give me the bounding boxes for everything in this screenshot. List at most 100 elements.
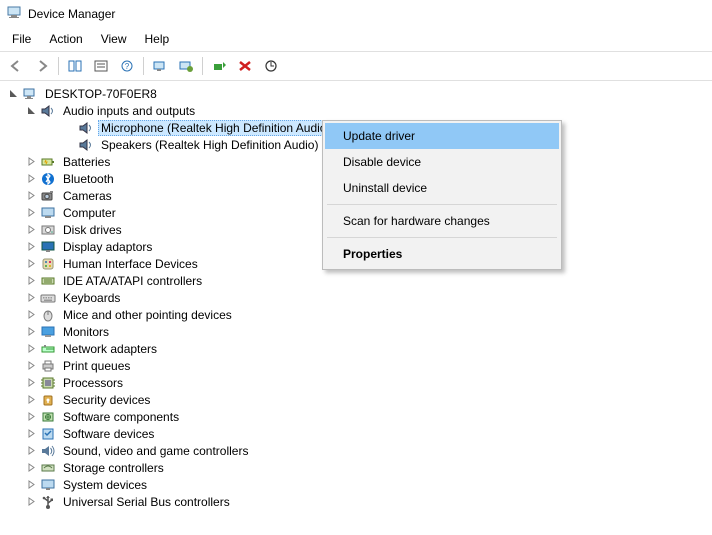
expander-icon[interactable] [24,240,38,254]
titlebar: Device Manager [0,0,712,27]
expander-icon[interactable] [24,393,38,407]
tree-category[interactable]: Network adapters [6,340,712,357]
context-menu-item[interactable]: Scan for hardware changes [325,208,559,234]
computer-icon [40,205,56,221]
tree-category-label: Processors [60,376,126,390]
scan-button[interactable] [148,55,172,77]
tree-category[interactable]: Security devices [6,391,712,408]
system-icon [40,477,56,493]
mouse-icon [40,307,56,323]
expander-icon[interactable] [24,189,38,203]
expander-icon[interactable] [24,325,38,339]
expander-icon[interactable] [24,444,38,458]
tree-category-label: Mice and other pointing devices [60,308,235,322]
tree-category-label: IDE ATA/ATAPI controllers [60,274,205,288]
softcomp-icon [40,409,56,425]
context-menu-item[interactable]: Disable device [325,149,559,175]
uninstall-button[interactable] [233,55,257,77]
expander-icon[interactable] [24,104,38,118]
toolbar-separator [202,57,203,75]
expander-icon[interactable] [24,495,38,509]
tree-category[interactable]: Print queues [6,357,712,374]
expander-icon[interactable] [24,155,38,169]
expander-icon[interactable] [6,87,20,101]
help-button[interactable]: ? [115,55,139,77]
tree-category[interactable]: Storage controllers [6,459,712,476]
tree-category-label: Human Interface Devices [60,257,201,271]
tree-category-label: Sound, video and game controllers [60,444,251,458]
context-menu-item[interactable]: Properties [325,241,559,267]
cpu-icon [40,375,56,391]
tree-category[interactable]: Universal Serial Bus controllers [6,493,712,510]
menu-view[interactable]: View [93,29,135,49]
tree-category[interactable]: System devices [6,476,712,493]
menu-action[interactable]: Action [41,29,90,49]
tree-category-label: Network adapters [60,342,160,356]
update-driver-button[interactable] [207,55,231,77]
context-menu-item[interactable]: Uninstall device [325,175,559,201]
expander-icon[interactable] [24,172,38,186]
svg-text:?: ? [125,62,130,71]
usb-icon [40,494,56,510]
forward-button[interactable] [30,55,54,77]
tree-category-label: Computer [60,206,119,220]
tree-device-label: Microphone (Realtek High Definition Audi… [98,120,333,136]
tree-category-label: Disk drives [60,223,125,237]
properties-button[interactable] [89,55,113,77]
expander-icon[interactable] [24,410,38,424]
tree-category[interactable]: Keyboards [6,289,712,306]
monitor-icon [40,324,56,340]
menu-file[interactable]: File [4,29,39,49]
expander-icon[interactable] [24,461,38,475]
battery-icon [40,154,56,170]
network-icon [40,341,56,357]
tree-category[interactable]: IDE ATA/ATAPI controllers [6,272,712,289]
scan-hardware-button[interactable] [259,55,283,77]
expander-icon[interactable] [24,206,38,220]
tree-category-label: Bluetooth [60,172,117,186]
context-menu-separator [327,237,557,238]
expander-icon[interactable] [24,342,38,356]
tree-category-label: System devices [60,478,150,492]
view-mode-button[interactable] [174,55,198,77]
expander-icon[interactable] [24,359,38,373]
sound-icon [40,443,56,459]
tree-category-label: Print queues [60,359,133,373]
tree-category-label: Audio inputs and outputs [60,104,198,118]
expander-icon[interactable] [24,223,38,237]
tree-root[interactable]: DESKTOP-70F0ER8 [6,85,712,102]
tree-category-label: Universal Serial Bus controllers [60,495,233,509]
toolbar-separator [143,57,144,75]
bluetooth-icon [40,171,56,187]
tree-category[interactable]: Software components [6,408,712,425]
storage-icon [40,460,56,476]
context-menu: Update driverDisable deviceUninstall dev… [322,120,562,270]
softdev-icon [40,426,56,442]
tree-category[interactable]: Monitors [6,323,712,340]
expander-icon[interactable] [24,376,38,390]
expander-icon[interactable] [24,274,38,288]
context-menu-separator [327,204,557,205]
toolbar-separator [58,57,59,75]
tree-category-label: Batteries [60,155,113,169]
tree-category[interactable]: Software devices [6,425,712,442]
tree-category-label: Software devices [60,427,157,441]
app-icon [6,4,22,23]
tree-category[interactable]: Mice and other pointing devices [6,306,712,323]
tree-category[interactable]: Sound, video and game controllers [6,442,712,459]
hid-icon [40,256,56,272]
tree-category-audio[interactable]: Audio inputs and outputs [6,102,712,119]
expander-icon[interactable] [24,291,38,305]
tree-category-label: Storage controllers [60,461,167,475]
expander-icon[interactable] [24,257,38,271]
expander-icon[interactable] [24,478,38,492]
expander-icon[interactable] [24,308,38,322]
back-button[interactable] [4,55,28,77]
menu-help[interactable]: Help [137,29,178,49]
context-menu-item[interactable]: Update driver [325,123,559,149]
tree-category-label: Security devices [60,393,153,407]
tree-category[interactable]: Processors [6,374,712,391]
show-hide-console-button[interactable] [63,55,87,77]
expander-icon[interactable] [24,427,38,441]
tree-category-label: Cameras [60,189,115,203]
